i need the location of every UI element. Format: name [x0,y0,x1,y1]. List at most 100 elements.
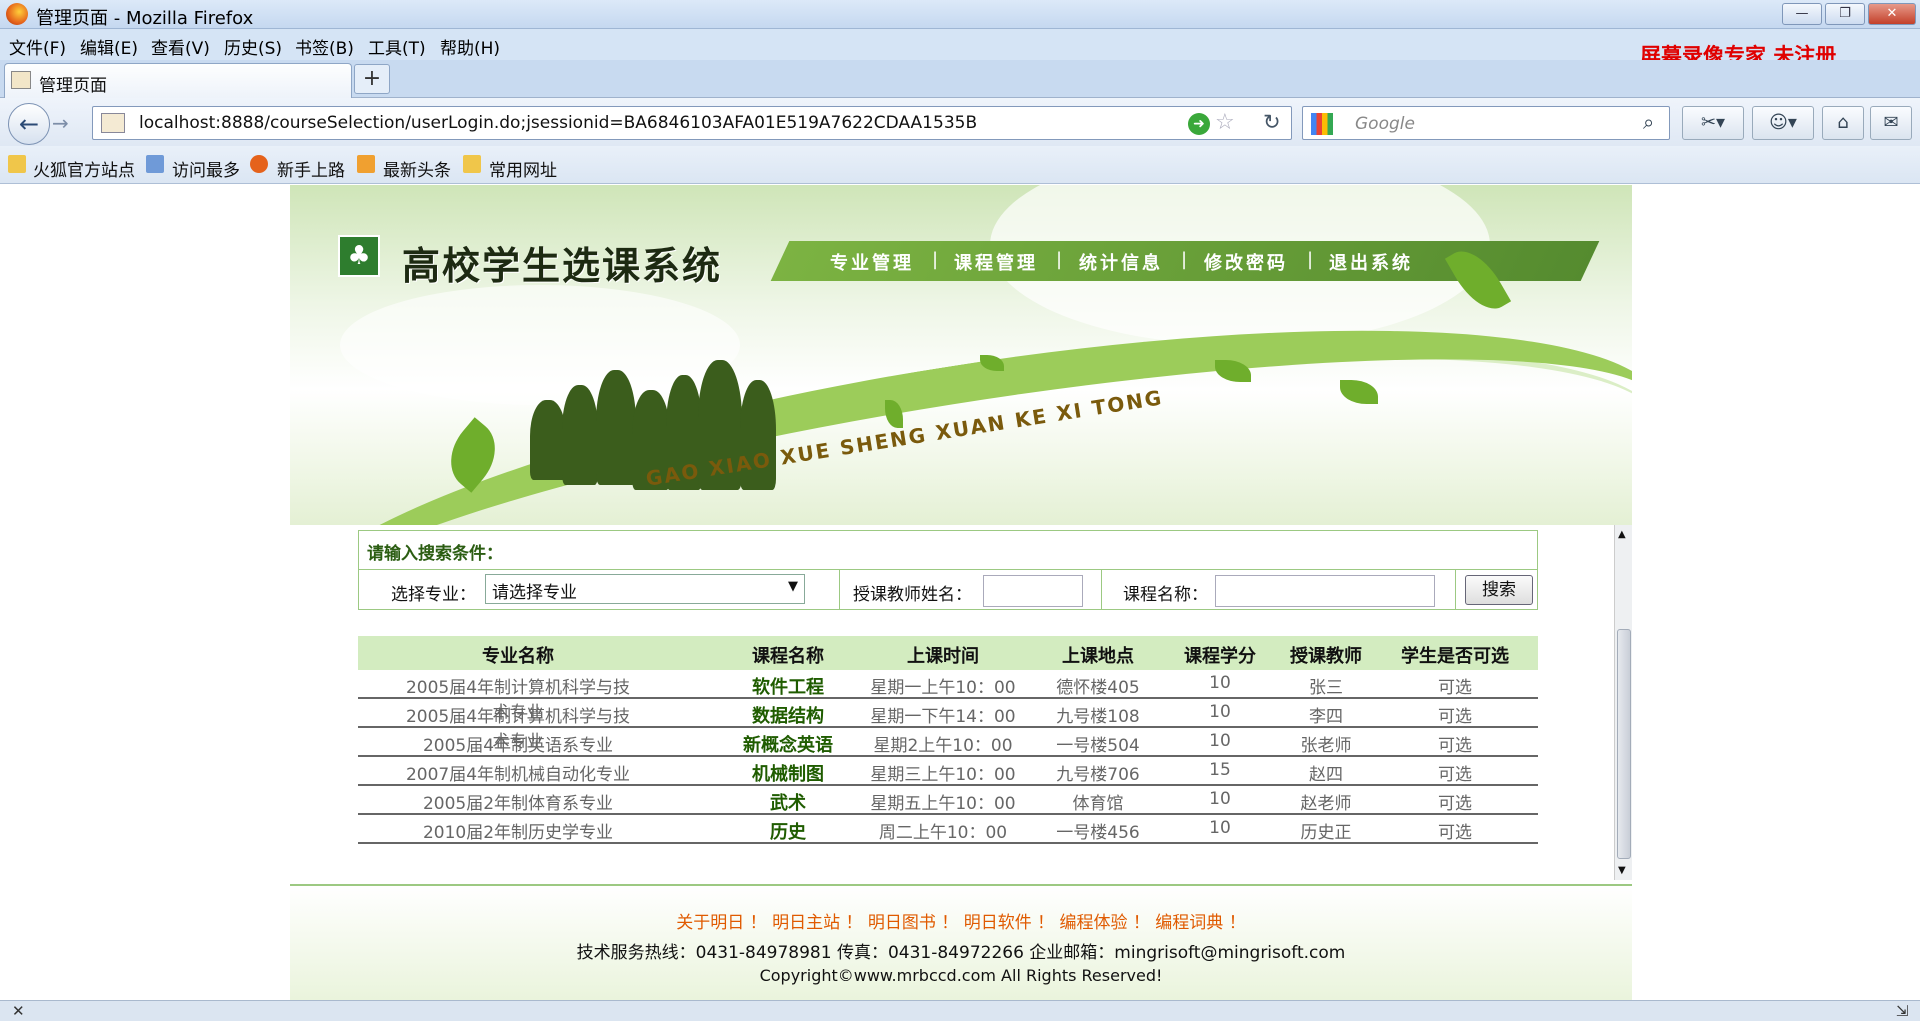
scroll-down-icon[interactable]: ▼ [1618,865,1626,876]
bookmark-star-icon[interactable]: ☆ [1215,110,1235,135]
cell-selectable: 可选 [1438,794,1472,814]
col-location: 上课地点 [1062,646,1134,667]
silhouette-person [530,400,566,480]
resize-grip-icon[interactable]: ⇲ [1896,1002,1909,1020]
cell-course[interactable]: 新概念英语 [728,731,848,757]
col-teacher: 授课教师 [1290,646,1362,667]
search-placeholder: Google [1355,114,1415,134]
screenshot-tool-icon[interactable]: ✂▾ [1682,106,1744,140]
menu-tools[interactable]: 工具(T) [368,34,426,59]
course-name-input[interactable] [1215,575,1435,607]
back-button[interactable]: ← [8,103,50,145]
cell-time: 星期三上午10：00 [870,765,1016,785]
cell-selectable: 可选 [1438,707,1472,727]
menu-edit[interactable]: 编辑(E) [80,34,138,59]
bookmark-most-visited[interactable]: 访问最多 [172,156,240,181]
cell-course[interactable]: 武术 [728,789,848,815]
cell-course[interactable]: 机械制图 [728,760,848,786]
status-bar: ✕ ⇲ [0,1000,1920,1021]
cell-teacher: 赵四 [1309,765,1343,785]
bookmark-firefox-official[interactable]: 火狐官方站点 [33,156,135,181]
cell-course[interactable]: 数据结构 [728,702,848,728]
search-heading: 请输入搜索条件： [367,544,503,564]
nav-course-management[interactable]: 课程管理 [954,249,1038,275]
mail-icon[interactable]: ✉ [1870,106,1912,140]
table-header: 专业名称 课程名称 上课时间 上课地点 课程学分 授课教师 学生是否可选 [358,636,1538,670]
cell-location: 九号楼108 [1056,707,1140,727]
cell-selectable: 可选 [1438,736,1472,756]
nav-separator: | [1056,249,1063,270]
folder-icon [463,155,481,173]
menu-view[interactable]: 查看(V) [151,34,210,59]
table-row: 2010届2年制历史学专业 历史 周二上午10：00 一号楼456 10 历史正 可选 [358,815,1538,844]
cell-teacher: 张老师 [1300,736,1352,756]
page-favicon-icon [11,71,31,89]
cell-selectable: 可选 [1438,823,1472,843]
major-select[interactable]: 请选择专业 ▼ [485,574,805,604]
table-row: 2005届4年制英语系专业 新概念英语 星期2上午10：00 一号楼504 10 张老师 可… [358,728,1538,757]
home-icon[interactable]: ⌂ [1822,106,1864,140]
major-select-value: 请选择专业 [492,583,577,603]
minimize-button[interactable]: — [1782,3,1822,25]
cell-teacher: 赵老师 [1300,794,1352,814]
scroll-thumb[interactable] [1617,629,1631,859]
table-row: 2005届4年制计算机科学与技术专业 数据结构 星期一下午14：00 九号楼108 10… [358,699,1538,752]
teacher-name-input[interactable] [983,575,1083,607]
menu-history[interactable]: 历史(S) [224,34,282,59]
cell-time: 星期一上午10：00 [870,678,1016,698]
site-title: 高校学生选课系统 [402,244,723,288]
url-text[interactable]: localhost:8888/courseSelection/userLogin… [139,113,977,133]
most-visited-icon [146,155,164,173]
new-tab-button[interactable]: + [354,64,390,94]
nav-separator: | [1181,249,1188,270]
go-icon[interactable]: ➜ [1188,113,1210,135]
menu-file[interactable]: 文件(F) [9,34,66,59]
table-row: 2005届4年制计算机科学与技术专业 软件工程 星期一上午10：00 德怀楼405 10… [358,670,1538,723]
addon-smiley-icon[interactable]: ☺▾ [1752,106,1814,140]
site-footer: 关于明日 ！ 明日主站 ！ 明日图书 ！ 明日软件 ！ 编程体验 ！ 编程词典 … [290,884,1632,1000]
cell-location: 一号楼456 [1056,823,1140,843]
tab-admin-page[interactable]: 管理页面 [4,63,352,98]
maximize-button[interactable]: ❐ [1825,3,1865,25]
nav-statistics[interactable]: 统计信息 [1079,249,1163,275]
url-bar[interactable]: localhost:8888/courseSelection/userLogin… [92,106,1292,140]
close-findbar-icon[interactable]: ✕ [12,1002,25,1020]
menu-bookmarks[interactable]: 书签(B) [295,34,354,59]
bookmark-common-sites[interactable]: 常用网址 [489,156,557,181]
cell-course[interactable]: 软件工程 [728,673,848,699]
cell-location: 德怀楼405 [1056,678,1140,698]
dropdown-arrow-icon[interactable]: ▼ [788,579,798,594]
cell-selectable: 可选 [1438,765,1472,785]
cell-teacher: 历史正 [1300,823,1352,843]
cell-credits: 10 [1209,789,1231,809]
window-titlebar [0,0,1920,29]
table-row: 2005届2年制体育系专业 武术 星期五上午10：00 体育馆 10 赵老师 可选 [358,786,1538,815]
bookmark-getting-started[interactable]: 新手上路 [277,156,345,181]
magnifier-icon[interactable]: ⌕ [1643,110,1654,134]
nav-separator: | [1307,249,1314,270]
col-credits: 课程学分 [1184,646,1256,667]
browser-search-box[interactable]: Google ⌕ [1302,106,1670,140]
nav-separator: | [932,249,939,270]
nav-major-management[interactable]: 专业管理 [830,249,914,275]
content-scrollbar[interactable]: ▲ ▼ [1614,525,1632,880]
firefox-logo-icon [6,3,28,25]
cell-location: 九号楼706 [1056,765,1140,785]
cell-course[interactable]: 历史 [728,818,848,844]
bookmark-latest-headlines[interactable]: 最新头条 [383,156,451,181]
nav-logout[interactable]: 退出系统 [1329,249,1413,275]
google-engine-icon[interactable] [1311,113,1333,135]
footer-contact: 技术服务热线：0431-84978981 传真：0431-84972266 企业… [576,943,1346,963]
site-identity-icon[interactable] [101,113,125,133]
cell-credits: 10 [1209,731,1231,751]
close-window-button[interactable]: ✕ [1868,3,1916,25]
major-label: 选择专业： [391,585,476,605]
footer-links[interactable]: 关于明日 ！ 明日主站 ！ 明日图书 ！ 明日软件 ！ 编程体验 ！ 编程词典 … [290,908,1632,933]
menu-help[interactable]: 帮助(H) [440,34,500,59]
cell-major: 2005届2年制体育系专业 [422,794,614,814]
scroll-up-icon[interactable]: ▲ [1618,529,1626,540]
search-button[interactable]: 搜索 [1465,575,1533,605]
reload-icon[interactable]: ↻ [1263,110,1281,134]
forward-button[interactable]: → [52,111,69,135]
nav-change-password[interactable]: 修改密码 [1204,249,1288,275]
